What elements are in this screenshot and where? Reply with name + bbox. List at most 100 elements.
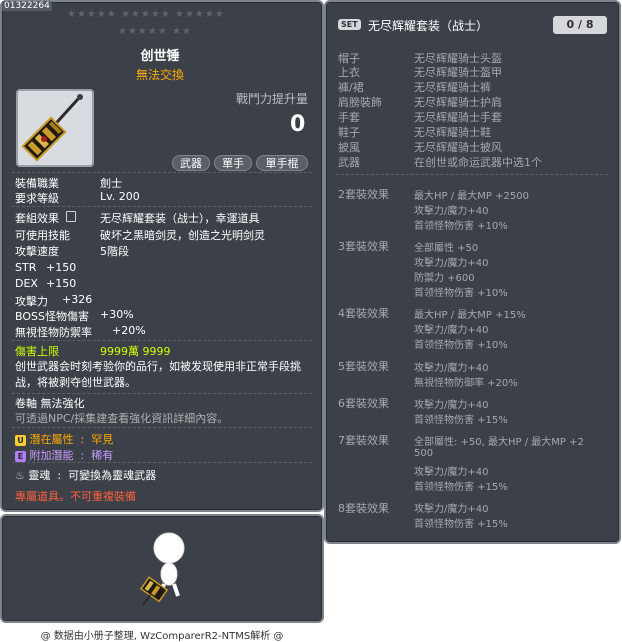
- bonus-potential-value: 稀有: [91, 449, 114, 462]
- attack-label: 攻擊力: [15, 295, 48, 308]
- set-effect-value: 无尽辉耀套装（战士），幸運道具: [100, 212, 260, 225]
- exclusive-notice: 專屬道具。不可重複裝備: [15, 490, 136, 503]
- set-part-name: 无尽辉耀骑士披风: [414, 141, 502, 154]
- set-effect-line: 首领怪物伤害 +15%: [414, 519, 508, 530]
- set-effect-line: 全部屬性: +50, 最大HP / 最大MP +2: [414, 437, 584, 448]
- divider: [12, 427, 312, 428]
- hammer-icon: [21, 94, 83, 162]
- set-effect-line: 攻擊力/魔力+40: [414, 363, 489, 374]
- set-effect-tier-label: 4套裝效果: [338, 307, 389, 320]
- set-effect-line: 攻擊力/魔力+40: [414, 467, 489, 478]
- scroll-status: 卷軸 無法強化: [15, 397, 85, 410]
- ignore-defense-value: +20%: [112, 324, 146, 337]
- divider: [12, 206, 312, 207]
- set-effect-line: 首领怪物伤害 +10%: [414, 288, 508, 299]
- bonus-potential-label: 附加潛能: [29, 449, 74, 462]
- set-effect-tier-label: 2套裝效果: [338, 188, 389, 201]
- boss-damage-value: +30%: [100, 308, 134, 321]
- attack-value: +326: [62, 293, 93, 306]
- item-name: 创世锤: [140, 49, 180, 64]
- level-label: 要求等級: [15, 192, 59, 205]
- set-part-name: 无尽辉耀骑士裤: [414, 81, 491, 94]
- set-part-name: 无尽辉耀骑士手套: [414, 111, 502, 124]
- set-effect-tier-label: 6套裝效果: [338, 397, 389, 410]
- set-part-name: 无尽辉耀骑士盔甲: [414, 66, 502, 79]
- set-effect-line: 首领怪物伤害 +10%: [414, 340, 508, 351]
- set-badge: SET: [338, 19, 361, 30]
- set-effect-label: 套組效果: [15, 212, 59, 225]
- item-description: 创世武器会时刻考验你的品行，如被发现使用非正常手段挑战，将被剥夺创世武器。: [15, 360, 301, 389]
- set-effect-line: 攻擊力/魔力+40: [414, 504, 489, 515]
- set-effect-line: 無視怪物防御率 +20%: [414, 378, 518, 389]
- set-title: 无尽辉耀套装（战士）: [368, 19, 489, 33]
- set-part-name: 在创世或命运武器中选1个: [414, 156, 542, 169]
- soul-value: 可變換為靈魂武器: [68, 469, 157, 482]
- tag-one-handed: 單手: [214, 155, 252, 171]
- set-effect-line: 最大HP / 最大MP +2500: [414, 191, 529, 202]
- damage-cap-value: 9999萬 9999: [100, 345, 171, 358]
- item-icon-frame: [16, 89, 94, 167]
- potential-label: 潛在屬性: [29, 433, 74, 446]
- skill-value: 破坏之黑暗剑灵，创造之光明剑灵: [100, 229, 265, 242]
- attack-speed-value: 5階段: [100, 245, 129, 258]
- set-effect-tier-label: 7套裝效果: [338, 434, 389, 447]
- ignore-defense-label: 無視怪物防禦率: [15, 326, 92, 339]
- star-force-row-1: ★★★★★ ★★★★★ ★★★★★: [67, 9, 225, 20]
- set-effect-tier-label: 8套裝效果: [338, 502, 389, 515]
- attack-speed-label: 攻擊速度: [15, 245, 59, 258]
- set-effect-line: 攻擊力/魔力+40: [414, 400, 489, 411]
- set-indicator-icon: [66, 211, 76, 222]
- bonus-potential-row: E 附加潛能 : 稀有: [15, 447, 113, 463]
- job-label: 裝備職業: [15, 177, 59, 190]
- set-equipped-count: 0 / 8: [553, 16, 607, 34]
- set-effect-line: 防禦力 +600: [414, 273, 475, 284]
- divider: [336, 174, 608, 175]
- set-part-slot: 肩膀裝飾: [338, 96, 382, 109]
- character-preview-panel: [0, 514, 324, 623]
- skill-label: 可使用技能: [15, 229, 70, 242]
- star-force-row-2: ★★★★★ ★★: [118, 26, 192, 37]
- set-effect-tier-label: 5套裝效果: [338, 360, 389, 373]
- item-id: 01322264: [2, 1, 52, 11]
- damage-cap-label: 傷害上限: [15, 345, 59, 358]
- set-effect-line: 500: [414, 448, 434, 459]
- character-preview-image: [139, 532, 185, 606]
- set-part-slot: 披風: [338, 141, 360, 154]
- soul-label: 靈魂: [28, 469, 51, 482]
- set-part-slot: 鞋子: [338, 126, 360, 139]
- power-increase-value: 0: [290, 112, 306, 137]
- set-part-slot: 武器: [338, 156, 360, 169]
- set-part-name: 无尽辉耀骑士护肩: [414, 96, 502, 109]
- divider: [12, 393, 312, 394]
- set-part-slot: 褲/裙: [338, 81, 364, 94]
- potential-icon: U: [15, 434, 26, 446]
- level-value: Lv. 200: [100, 190, 140, 203]
- set-effect-tier-label: 3套裝效果: [338, 240, 389, 253]
- set-part-slot: 上衣: [338, 66, 360, 79]
- boss-damage-label: BOSS怪物傷害: [15, 310, 89, 323]
- set-effect-line: 攻擊力/魔力+40: [414, 325, 489, 336]
- str-value: +150: [46, 261, 77, 274]
- set-effect-line: 首领怪物伤害 +10%: [414, 221, 508, 232]
- dex-value: +150: [46, 277, 77, 290]
- set-part-name: 无尽辉耀骑士鞋: [414, 126, 491, 139]
- divider: [12, 462, 312, 463]
- set-part-slot: 手套: [338, 111, 360, 124]
- job-value: 劍士: [100, 177, 122, 190]
- divider: [12, 172, 312, 173]
- tag-weapon: 武器: [172, 155, 210, 171]
- set-effect-line: 最大HP / 最大MP +15%: [414, 310, 526, 321]
- set-effect-line: 首领怪物伤害 +15%: [414, 482, 508, 493]
- str-label: STR: [15, 261, 37, 274]
- dex-label: DEX: [15, 277, 38, 290]
- power-increase-label: 戰鬥力提升量: [236, 92, 309, 106]
- soul-row: ♨ 靈魂 : 可變換為靈魂武器: [15, 469, 157, 482]
- tag-one-handed-mace: 單手棍: [256, 155, 308, 171]
- enhancement-info: 可透過NPC/採集建查看強化資訊詳細內容。: [15, 412, 229, 425]
- set-effect-line: 攻擊力/魔力+40: [414, 258, 489, 269]
- footer-credit: @ 数据由小册子整理, WzComparerR2-NTMS解析 @: [40, 631, 284, 642]
- bonus-potential-icon: E: [15, 450, 26, 462]
- potential-value: 罕見: [91, 433, 114, 446]
- tradeability-status: 無法交換: [135, 68, 184, 82]
- set-effect-line: 首领怪物伤害 +15%: [414, 415, 508, 426]
